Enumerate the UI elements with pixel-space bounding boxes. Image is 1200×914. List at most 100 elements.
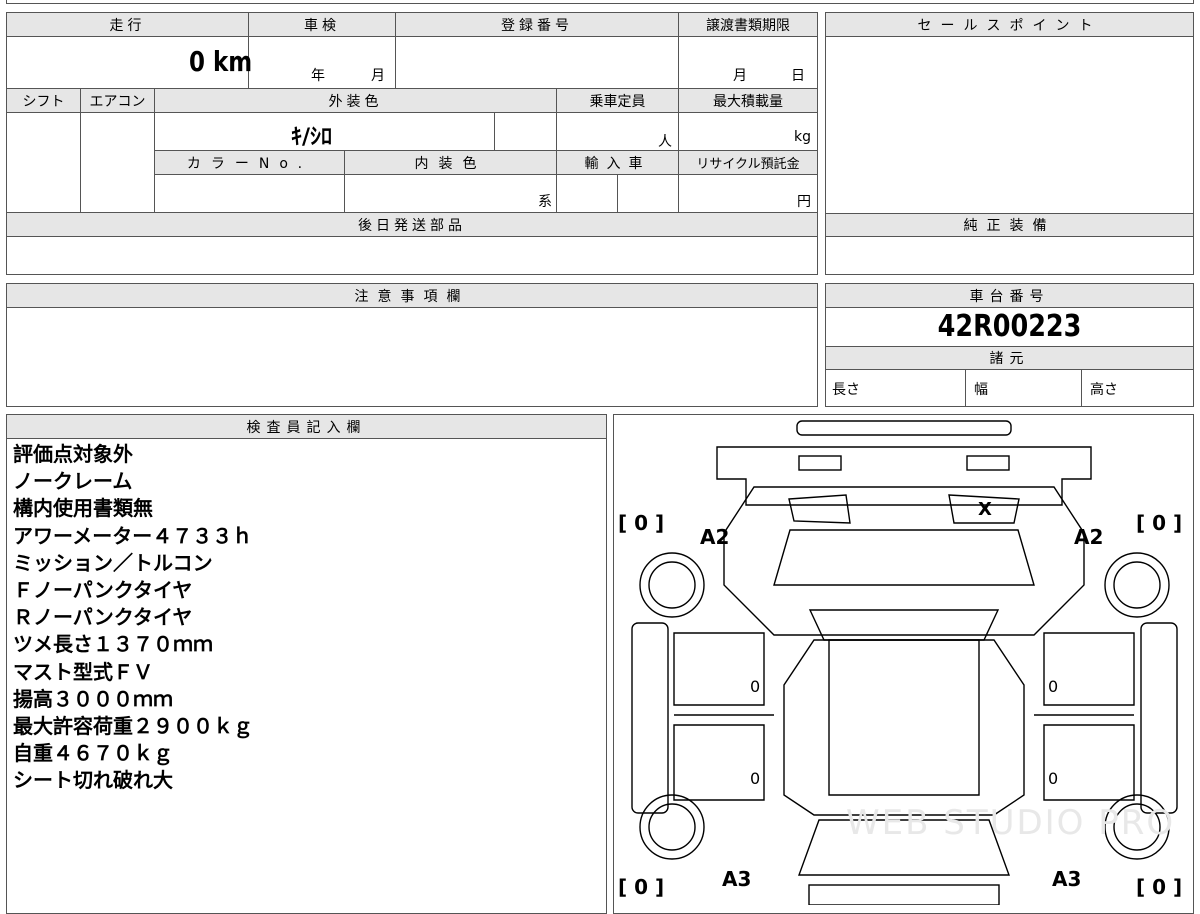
inspector-line: ツメ長さ１３７０ｍｍ: [13, 632, 213, 657]
inspector-line: 揚高３０００ｍｍ: [13, 686, 173, 711]
inspection-header: 車検: [249, 13, 396, 37]
vehicle-info-box: 走行 車検 登録番号 譲渡書類期限 0 km 年 月 月 日 シフト エアコン …: [6, 12, 818, 275]
inspection-cell: 年 月: [249, 37, 396, 89]
damage-a2-left: A2: [700, 525, 730, 549]
inspector-line: アワーメーター４７３３ｈ: [13, 523, 253, 548]
headlight-right: [966, 455, 1010, 471]
damage-a2-right: A2: [1074, 525, 1104, 549]
inspector-line: シート切れ破れ大: [13, 768, 173, 793]
damage-a3-left: A3: [722, 867, 752, 891]
inspector-line: Ｆノーパンクタイヤ: [13, 578, 193, 603]
sales-points-box: セールスポイント 純正装備: [825, 12, 1194, 275]
spec-height-cell: 高さ: [1082, 370, 1193, 406]
side-panel-right: [1140, 622, 1178, 814]
door-front-right-value: 0: [1048, 677, 1059, 696]
spec-length-label: 長さ: [832, 382, 860, 398]
headlight-left: [798, 455, 842, 471]
max-load-header: 最大積載量: [679, 89, 817, 113]
specs-header: 諸元: [826, 346, 1193, 370]
capacity-unit: 人: [658, 134, 672, 150]
cabin-shape: [783, 639, 1025, 816]
tire-rear-left-value: [ 0 ]: [618, 875, 665, 899]
wheel-rear-left-inner: [648, 803, 696, 851]
mirror-left: [788, 494, 851, 524]
chassis-number: 42R00223: [937, 309, 1082, 344]
inspector-line: 構内使用書類無: [13, 496, 153, 521]
exterior-color-value: ｷ/ｼﾛ: [291, 125, 333, 150]
capacity-cell: 人: [557, 113, 679, 151]
damage-a3-right: A3: [1052, 867, 1082, 891]
later-parts-header: 後日発送部品: [7, 213, 817, 237]
notes-header: 注意事項欄: [7, 284, 817, 308]
damage-mark-x: X: [978, 499, 992, 520]
door-rear-left-value: 0: [750, 769, 761, 788]
inspector-line: Ｒノーパンクタイヤ: [13, 605, 193, 630]
exterior-color-header: 外装色: [155, 89, 557, 113]
import-cell-b: [618, 175, 679, 213]
inspector-notes: 評価点対象外 ノークレーム 構内使用書類無 アワーメーター４７３３ｈ ミッション…: [13, 441, 253, 795]
wheel-front-left-inner: [648, 561, 696, 609]
exterior-color-extra-cell: [495, 113, 557, 151]
wheel-front-right-inner: [1113, 561, 1161, 609]
inspection-month: 月: [371, 68, 385, 84]
spec-width-label: 幅: [974, 382, 988, 398]
transfer-deadline-header: 譲渡書類期限: [679, 13, 817, 37]
hood-outline: [716, 446, 1092, 506]
top-strip: [6, 0, 1194, 4]
inspector-line: ノークレーム: [13, 469, 133, 494]
registration-header: 登録番号: [396, 13, 679, 37]
interior-color-cell: 系: [345, 175, 557, 213]
spec-height-label: 高さ: [1090, 382, 1118, 398]
shift-header: シフト: [7, 89, 81, 113]
aircon-header: エアコン: [81, 89, 155, 113]
max-load-cell: kg: [679, 113, 817, 151]
damage-diagram-box: [ 0 ] [ 0 ] [ 0 ] [ 0 ] A2 A2 A3 A3 X 0 …: [613, 414, 1194, 914]
front-panel-outline: [723, 486, 1085, 636]
recycle-unit: 円: [797, 194, 811, 210]
inspector-line: マスト型式ＦＶ: [13, 659, 153, 684]
color-no-header: カラーNo.: [155, 151, 345, 175]
tire-front-right-value: [ 0 ]: [1136, 511, 1183, 535]
cabin-outline: [828, 639, 980, 796]
capacity-header: 乗車定員: [557, 89, 679, 113]
mileage-cell: 0 km: [7, 37, 253, 89]
deadline-cell: 月 日: [679, 37, 817, 89]
windshield: [773, 529, 1035, 586]
inspector-header: 検査員記入欄: [7, 415, 606, 439]
interior-color-header: 内装色: [345, 151, 557, 175]
deadline-day: 日: [791, 68, 805, 84]
mileage-header: 走行: [7, 13, 249, 37]
inspection-year: 年: [311, 68, 325, 84]
shift-cell: [7, 113, 81, 213]
genuine-equipment-header: 純正装備: [826, 213, 1193, 237]
deadline-month: 月: [733, 68, 747, 84]
chassis-box: 車台番号 42R00223 諸元 長さ 幅 高さ: [825, 283, 1194, 407]
door-rear-right: [1043, 724, 1135, 801]
interior-suffix: 系: [538, 194, 552, 210]
import-header: 輸入車: [557, 151, 679, 175]
recycle-header: リサイクル預託金: [679, 151, 817, 175]
door-rear-left: [673, 724, 765, 801]
door-front-left-value: 0: [750, 677, 761, 696]
inspector-box: 検査員記入欄 評価点対象外 ノークレーム 構内使用書類無 アワーメーター４７３３…: [6, 414, 607, 914]
notes-box: 注意事項欄: [6, 283, 818, 407]
tire-front-left-value: [ 0 ]: [618, 511, 665, 535]
inspector-line: 評価点対象外: [13, 442, 133, 466]
exterior-color-cell: ｷ/ｼﾛ: [155, 113, 495, 151]
tire-rear-right-value: [ 0 ]: [1136, 875, 1183, 899]
front-bumper: [796, 420, 1012, 436]
inspector-line: ミッション／トルコン: [13, 550, 213, 575]
max-load-unit: kg: [794, 129, 811, 145]
spec-length-cell: 長さ: [826, 370, 966, 406]
inspector-line: 最大許容荷重２９００ｋｇ: [13, 714, 253, 739]
registration-cell: [396, 37, 679, 89]
inspector-line: 自重４６７０ｋｇ: [13, 741, 173, 766]
rear-bumper: [808, 884, 1000, 905]
color-no-cell: [155, 175, 345, 213]
spec-width-cell: 幅: [966, 370, 1082, 406]
sales-points-header: セールスポイント: [826, 13, 1193, 37]
import-cell-a: [557, 175, 618, 213]
recycle-cell: 円: [679, 175, 817, 213]
watermark: WEB STUDIO PRO: [846, 803, 1176, 843]
mileage-value: 0 km: [189, 45, 253, 78]
